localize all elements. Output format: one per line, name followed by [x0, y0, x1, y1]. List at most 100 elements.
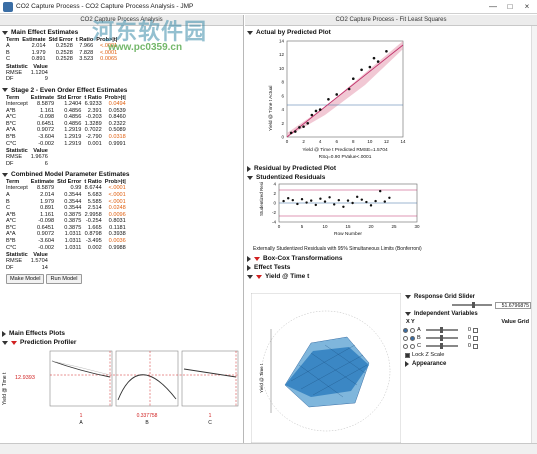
section-title: Main Effects Plots	[9, 330, 65, 337]
profiler-plot[interactable]: Yield @ Time t 12.9393 1 A 0.337758 B 1 …	[0, 345, 244, 443]
sr-data-point	[305, 201, 308, 204]
section-title: Response Grid Slider	[414, 293, 476, 300]
avp-data-point	[310, 113, 314, 117]
red-menu-triangle-icon[interactable]	[256, 274, 262, 279]
make-model-button[interactable]: Make Model	[6, 274, 45, 285]
maximize-button[interactable]: □	[502, 1, 518, 12]
x-radio-b[interactable]	[403, 335, 408, 341]
x-radio-c[interactable]	[403, 343, 408, 349]
value-grid-check-c[interactable]	[473, 343, 478, 349]
table-cell: 2.514	[87, 205, 102, 212]
main-effects-plots-header[interactable]: Main Effects Plots	[0, 329, 65, 338]
table-cell: 8.6744	[84, 185, 102, 192]
collapse-triangle-icon[interactable]	[2, 88, 8, 93]
x-radio-a[interactable]	[403, 327, 408, 333]
response-slider-knob[interactable]	[472, 302, 475, 308]
var-value-b[interactable]: 0	[461, 335, 471, 341]
table-cell: 1.2919	[64, 127, 82, 134]
var-slider-b[interactable]	[426, 335, 458, 341]
response-slider-header[interactable]: Response Grid Slider	[403, 292, 535, 301]
jmp-app-icon	[3, 1, 13, 12]
expand-triangle-icon[interactable]	[405, 360, 409, 367]
studentized-residuals-header[interactable]: Studentized Residuals	[245, 173, 537, 182]
indep-var-row-a: A 0	[403, 326, 535, 334]
profiler-cell-c[interactable]	[181, 350, 239, 407]
actual-by-predicted-header[interactable]: Actual by Predicted Plot	[245, 28, 537, 37]
avp-x-tick-label: 10	[367, 139, 373, 144]
stage2-header[interactable]: Stage 2 - Even Order Effect Estimates	[0, 86, 243, 95]
collapse-triangle-icon[interactable]	[247, 175, 253, 180]
table-cell: 0.9988	[108, 244, 126, 251]
studentized-residuals-chart[interactable]: 0 5 10 15 20 25 30 -4 -2 0 2 4 Studentized Residual…	[253, 173, 453, 244]
table-cell: 0.001	[87, 140, 102, 147]
expand-triangle-icon[interactable]	[247, 165, 251, 172]
sr-x-tick-label: 20	[368, 224, 374, 229]
close-button[interactable]: ×	[519, 1, 535, 12]
profiler-section: Main Effects Plots Prediction Profiler Y…	[0, 330, 244, 443]
surface-plot-3d[interactable]: Yield @ Time t	[251, 293, 401, 443]
sr-data-point	[374, 199, 377, 203]
table-cell: C*C	[6, 244, 17, 251]
surface-header[interactable]: Yield @ Time t	[245, 272, 537, 281]
profiler-cell-a[interactable]	[49, 350, 113, 407]
var-value-a[interactable]: 0	[461, 327, 471, 333]
var-slider-c[interactable]	[426, 343, 458, 349]
table-cell: -0.098	[38, 218, 55, 225]
value-grid-check-b[interactable]	[473, 335, 478, 341]
table-cell: 0.3875	[64, 224, 82, 231]
actual-by-predicted-chart[interactable]: 00 2 2 4 4 6 6 8 8 10 10 12 12 14 14 Yield @ Time t Ac…	[265, 37, 415, 162]
red-menu-triangle-icon[interactable]	[11, 340, 17, 345]
var-slider-a[interactable]	[426, 327, 458, 333]
table-cell: -0.002	[38, 244, 55, 251]
expand-triangle-icon[interactable]	[247, 255, 251, 262]
combined-header[interactable]: Combined Model Parameter Estimates	[0, 170, 243, 179]
table-cell: 6	[44, 160, 48, 167]
minimize-button[interactable]: —	[485, 1, 501, 12]
box-cox-header[interactable]: Box-Cox Transformations	[245, 254, 537, 263]
var-slider-knob-a[interactable]	[440, 327, 443, 333]
table-cell: 6.9233	[84, 100, 102, 107]
table-cell: DF	[6, 160, 14, 167]
effect-tests-header[interactable]: Effect Tests	[245, 263, 537, 272]
expand-triangle-icon[interactable]	[247, 264, 251, 271]
table-row: Intercept 8.5879 0.99 8.6744 <.0001	[6, 185, 129, 192]
value-grid-check-a[interactable]	[473, 327, 478, 333]
run-model-button[interactable]: Run Model	[46, 274, 82, 285]
table-row: RMSE 1.1204	[6, 70, 51, 77]
table-cell: A*C	[6, 114, 16, 121]
collapse-triangle-icon[interactable]	[247, 30, 253, 35]
appearance-header[interactable]: Appearance	[403, 359, 535, 368]
response-slider-track[interactable]	[452, 302, 492, 308]
residual-by-predicted-header[interactable]: Residual by Predicted Plot	[245, 164, 537, 173]
column-header[interactable]: Statistic	[6, 64, 31, 70]
lock-z-checkbox[interactable]	[405, 352, 410, 358]
profiler-cell-b[interactable]	[115, 350, 179, 407]
table-cell: 0.6451	[37, 224, 55, 231]
expand-triangle-icon[interactable]	[2, 330, 6, 337]
collapse-triangle-icon[interactable]	[405, 311, 411, 316]
column-header[interactable]: Value	[31, 64, 51, 70]
y-radio-b[interactable]	[410, 335, 415, 341]
collapse-triangle-icon[interactable]	[247, 274, 253, 279]
table-cell: 1.1204	[30, 69, 48, 76]
var-slider-knob-c[interactable]	[440, 343, 443, 349]
red-menu-triangle-icon[interactable]	[254, 256, 260, 261]
independent-variables-header[interactable]: Independent Variables	[403, 309, 535, 318]
right-pane-scrollbar[interactable]	[531, 26, 537, 443]
sr-data-point	[328, 196, 331, 199]
collapse-triangle-icon[interactable]	[2, 30, 8, 35]
y-radio-c[interactable]	[410, 343, 415, 349]
y-radio-a[interactable]	[410, 327, 415, 333]
collapse-triangle-icon[interactable]	[2, 340, 8, 345]
collapse-triangle-icon[interactable]	[2, 172, 8, 177]
table-row: DF 9	[6, 76, 51, 83]
var-value-c[interactable]: 0	[461, 343, 471, 349]
table-cell: -2.790	[85, 133, 102, 140]
var-slider-knob-b[interactable]	[440, 335, 443, 341]
prediction-profiler-header[interactable]: Prediction Profiler	[0, 338, 76, 347]
table-cell: 1.3289	[84, 120, 102, 127]
table-cell: 0.8460	[108, 114, 126, 121]
response-value-input[interactable]: 51.6796875	[495, 301, 531, 309]
collapse-triangle-icon[interactable]	[405, 294, 411, 299]
table-cell: 0.5089	[108, 127, 126, 134]
